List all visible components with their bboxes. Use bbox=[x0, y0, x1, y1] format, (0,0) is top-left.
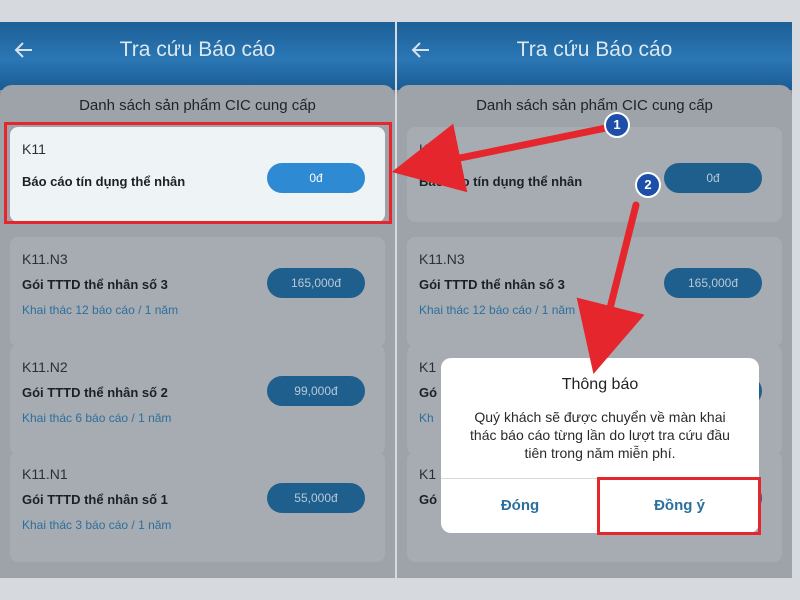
step-badge-1: 1 bbox=[604, 112, 630, 138]
arrow-to-product bbox=[391, 123, 610, 193]
step-badge-2: 2 bbox=[635, 172, 661, 198]
arrow-to-dialog bbox=[576, 201, 645, 374]
annotation-arrows bbox=[391, 123, 645, 374]
